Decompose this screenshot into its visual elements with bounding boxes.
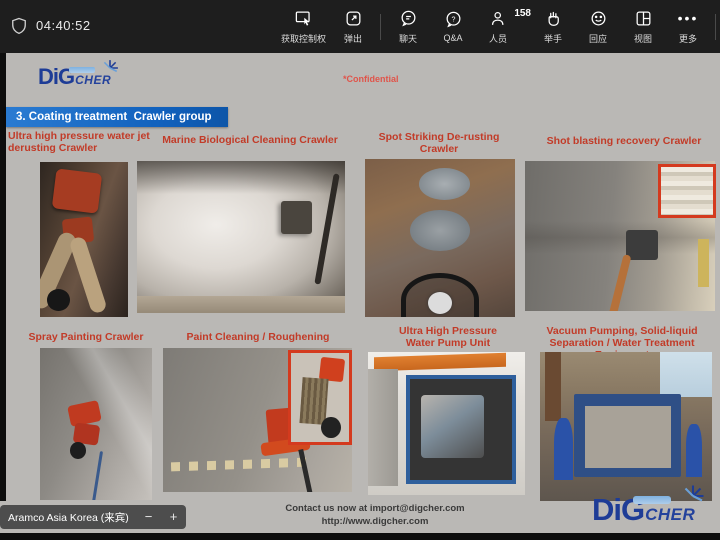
photo-detail <box>545 352 560 421</box>
toolbar-buttons: 获取控制权 弹出 聊天 <box>281 0 720 53</box>
photo-detail <box>686 424 701 478</box>
qa-bubble-icon: ? <box>444 10 463 29</box>
contact-website: http://www.digcher.com <box>225 515 525 528</box>
shield-icon <box>9 15 29 37</box>
photo-detail <box>421 395 484 458</box>
confidential-note: *Confidential <box>343 74 399 84</box>
photo-detail <box>585 406 671 469</box>
photo-detail <box>281 201 312 234</box>
photo-detail <box>137 161 345 194</box>
toolbar-divider <box>715 14 716 40</box>
photo-detail <box>69 236 108 315</box>
presenter-name: Aramco Asia Korea (来宾) <box>8 510 129 525</box>
photo-detail <box>698 239 709 287</box>
person-icon <box>489 9 508 28</box>
logo-spray-burst-icon <box>681 484 705 508</box>
logo-nozzle-lines <box>633 496 671 504</box>
layout-grid-icon <box>634 9 653 28</box>
zoom-in-button[interactable]: + <box>167 505 181 529</box>
photo-detail <box>300 377 329 425</box>
toolbar-divider <box>380 14 381 40</box>
presenter-name-pill[interactable]: Aramco Asia Korea (来宾) <box>0 505 158 529</box>
logo-nozzle-lines <box>69 67 95 73</box>
photo-detail <box>626 230 658 260</box>
photo-spray-painting-crawler <box>40 348 152 500</box>
logo-spray-burst-icon <box>101 59 119 77</box>
photo-spot-striking-crawler <box>365 159 515 317</box>
photo-detail <box>419 168 470 200</box>
raise-hand-button[interactable]: 举手 <box>535 3 571 51</box>
meeting-timer: 04:40:52 <box>36 18 91 33</box>
photo-vacuum-pumping-equipment <box>540 352 712 501</box>
raise-hand-icon <box>544 9 563 28</box>
more-dots-icon: ••• <box>678 9 699 28</box>
participant-count-badge: 158 <box>514 8 531 19</box>
photo-detail <box>298 449 312 492</box>
photo-detail <box>609 254 632 311</box>
photo-detail <box>170 458 306 471</box>
meeting-toolbar: 04:40:52 获取控制权 弹出 <box>0 0 720 53</box>
svg-text:?: ? <box>451 15 455 23</box>
photo-detail <box>70 442 86 459</box>
photo-detail <box>410 210 470 251</box>
photo-detail <box>321 417 341 438</box>
monitor-cursor-icon <box>294 9 313 28</box>
highlight-inset-paint-cleaning <box>288 350 352 445</box>
digcher-logo-bottom: DiGCHER <box>592 494 695 525</box>
photo-water-pump-unit <box>368 352 525 495</box>
caption-marine-cleaning-crawler: Marine Biological Cleaning Crawler <box>152 134 348 146</box>
photo-detail <box>525 221 715 254</box>
screen-bottom-edge <box>0 533 720 540</box>
chat-button[interactable]: 聊天 <box>390 3 426 51</box>
digcher-logo-top: DiGCHER <box>38 66 111 88</box>
get-control-button[interactable]: 获取控制权 <box>281 3 326 51</box>
photo-detail <box>137 296 345 313</box>
caption-derusting-crawler: Ultra high pressure water jet derusting … <box>8 130 156 154</box>
caption-spot-striking-crawler: Spot Striking De-rusting Crawler <box>360 131 518 155</box>
reactions-button[interactable]: 回应 <box>580 3 616 51</box>
more-button[interactable]: ••• 更多 <box>670 3 706 51</box>
smiley-icon <box>589 9 608 28</box>
participants-button[interactable]: 158 人员 <box>480 3 526 51</box>
pop-out-button[interactable]: 弹出 <box>335 3 371 51</box>
photo-detail <box>368 369 398 486</box>
qa-button[interactable]: ? Q&A <box>435 3 471 51</box>
zoom-controls: − + <box>136 505 186 529</box>
photo-derusting-crawler <box>40 162 128 317</box>
photo-detail <box>428 292 452 314</box>
pop-out-icon <box>344 9 363 28</box>
caption-paint-cleaning: Paint Cleaning / Roughening <box>178 331 338 343</box>
zoom-out-button[interactable]: − <box>142 505 156 529</box>
shared-slide: DiGCHER *Confidential 3. Coating treatme… <box>0 53 720 533</box>
caption-shot-blasting-crawler: Shot blasting recovery Crawler <box>538 135 710 147</box>
view-layout-button[interactable]: 视图 <box>625 3 661 51</box>
contact-email: Contact us now at import@digcher.com <box>225 502 525 515</box>
meeting-screen: 04:40:52 获取控制权 弹出 <box>0 0 720 540</box>
caption-water-pump-unit: Ultra High Pressure Water Pump Unit <box>388 325 508 349</box>
photo-detail <box>660 352 712 397</box>
highlight-inset-shot-blasting <box>658 164 716 218</box>
section-title-banner: 3. Coating treatment Crawler group <box>6 107 228 127</box>
contact-info: Contact us now at import@digcher.com htt… <box>225 502 525 528</box>
photo-detail <box>554 418 573 481</box>
photo-detail <box>52 169 102 215</box>
photo-detail <box>47 289 70 311</box>
chat-bubble-icon <box>399 9 418 28</box>
photo-marine-cleaning-crawler <box>137 161 345 313</box>
caption-spray-painting-crawler: Spray Painting Crawler <box>20 331 152 343</box>
